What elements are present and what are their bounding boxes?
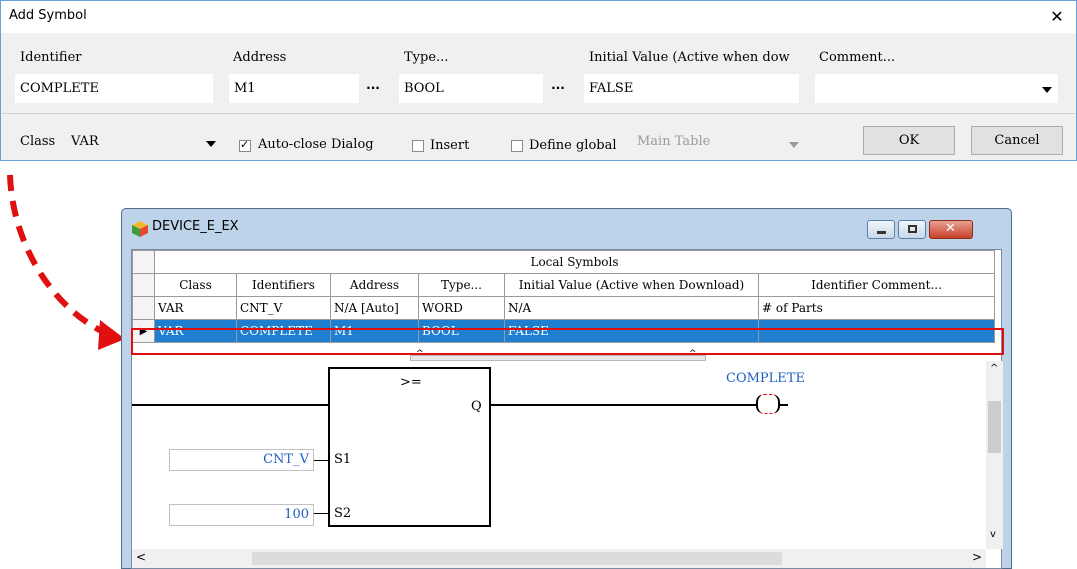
class-select[interactable]: VAR xyxy=(71,134,99,149)
auto-close-label: Auto-close Dialog xyxy=(258,137,374,152)
power-rail-wire xyxy=(132,404,328,406)
class-label: Class xyxy=(20,134,56,149)
red-dashed-arrow xyxy=(7,174,125,350)
identifier-input[interactable]: COMPLETE xyxy=(15,74,213,103)
chevron-up-icon: ^ xyxy=(416,349,424,359)
column-header-comment[interactable]: Identifier Comment... xyxy=(758,273,995,297)
horizontal-scrollbar[interactable]: < > xyxy=(132,549,986,568)
main-table-select[interactable]: Main Table xyxy=(637,134,710,149)
compare-block[interactable]: >= Q S1 S2 xyxy=(328,367,491,527)
row-header[interactable] xyxy=(132,296,155,320)
comment-dropdown-icon[interactable] xyxy=(1042,87,1052,93)
cube-icon xyxy=(132,221,148,237)
type-label: Type... xyxy=(404,50,449,65)
cell-comment[interactable]: # of Parts xyxy=(758,296,995,320)
column-header-initial-value[interactable]: Initial Value (Active when Download) xyxy=(504,273,759,297)
column-header-identifiers[interactable]: Identifiers xyxy=(236,273,331,297)
dialog-title-bar: Add Symbol ✕ xyxy=(1,1,1076,33)
column-header-type[interactable]: Type... xyxy=(418,273,505,297)
class-dropdown-icon[interactable] xyxy=(206,141,216,147)
minimize-icon xyxy=(877,231,886,234)
column-header-class[interactable]: Class xyxy=(154,273,237,297)
section-title: Local Symbols xyxy=(154,250,995,274)
comment-select[interactable] xyxy=(815,74,1058,103)
define-global-label: Define global xyxy=(529,138,617,153)
insert-label: Insert xyxy=(430,138,470,153)
scroll-right-icon[interactable]: > xyxy=(972,550,982,564)
type-browse-button[interactable]: ··· xyxy=(545,74,571,103)
close-icon[interactable]: ✕ xyxy=(1043,4,1071,30)
input-wire xyxy=(314,513,328,514)
vertical-scrollbar[interactable]: ^ v xyxy=(986,361,1003,549)
check-icon: ✓ xyxy=(240,138,250,151)
horizontal-scroll-thumb[interactable] xyxy=(252,552,782,565)
selection-highlight xyxy=(131,328,1004,355)
address-label: Address xyxy=(233,50,287,65)
scroll-up-icon[interactable]: ^ xyxy=(990,363,998,374)
dialog-title: Add Symbol xyxy=(9,8,87,23)
define-global-checkbox[interactable] xyxy=(511,140,523,152)
chevron-up-icon: ^ xyxy=(689,349,697,359)
close-icon: ✕ xyxy=(945,221,956,236)
cell-initial-value[interactable]: N/A xyxy=(504,296,759,320)
coil-wire xyxy=(780,404,788,406)
divider xyxy=(2,113,1075,114)
device-window: DEVICE_E_EX ✕ Local Symbols Class Identi… xyxy=(121,208,1012,569)
address-browse-button[interactable]: ··· xyxy=(360,74,386,103)
initial-value-label: Initial Value (Active when dow xyxy=(589,50,790,65)
window-title: DEVICE_E_EX xyxy=(152,219,239,234)
cell-identifier[interactable]: CNT_V xyxy=(236,296,331,320)
type-input[interactable]: BOOL xyxy=(399,74,543,103)
main-table-dropdown-icon[interactable] xyxy=(789,142,799,148)
output-coil[interactable] xyxy=(756,394,780,414)
input-wire xyxy=(314,460,328,461)
minimize-button[interactable] xyxy=(867,220,895,239)
column-header-address[interactable]: Address xyxy=(330,273,419,297)
identifier-label: Identifier xyxy=(20,50,82,65)
table-row[interactable]: VAR CNT_V N/A [Auto] WORD N/A # of Parts xyxy=(132,296,995,320)
block-operator: >= xyxy=(400,375,422,390)
cell-address[interactable]: N/A [Auto] xyxy=(330,296,419,320)
cell-class[interactable]: VAR xyxy=(154,296,237,320)
input-variable-box[interactable]: CNT_V xyxy=(169,449,314,471)
comment-label: Comment... xyxy=(819,50,896,65)
row-header-corner xyxy=(132,273,155,297)
insert-checkbox[interactable] xyxy=(412,140,424,152)
ok-button[interactable]: OK xyxy=(863,126,955,155)
coil-label: COMPLETE xyxy=(726,371,805,386)
output-pin-label: Q xyxy=(471,399,482,414)
window-close-button[interactable]: ✕ xyxy=(929,220,973,239)
ladder-diagram: >= Q S1 S2 COMPLETE CNT_V 100 xyxy=(132,361,986,549)
cell-type[interactable]: WORD xyxy=(418,296,505,320)
vertical-scroll-thumb[interactable] xyxy=(988,401,1001,453)
address-input[interactable]: M1 xyxy=(229,74,359,103)
input-pin-label: S2 xyxy=(334,506,352,521)
scroll-left-icon[interactable]: < xyxy=(136,550,146,564)
restore-button[interactable] xyxy=(898,220,926,239)
initial-value-input[interactable]: FALSE xyxy=(584,74,799,103)
input-pin-label: S1 xyxy=(334,452,352,467)
window-content: Local Symbols Class Identifiers Address … xyxy=(131,249,1004,569)
restore-icon xyxy=(908,225,917,233)
cancel-button[interactable]: Cancel xyxy=(971,126,1063,155)
scroll-down-icon[interactable]: v xyxy=(990,529,996,540)
output-wire xyxy=(491,404,756,406)
auto-close-checkbox[interactable]: ✓ xyxy=(239,138,251,152)
input-constant-box[interactable]: 100 xyxy=(169,504,314,526)
arrow-path xyxy=(7,174,114,339)
row-header-corner xyxy=(132,250,155,274)
add-symbol-dialog: Add Symbol ✕ Identifier Address Type... … xyxy=(0,0,1077,161)
